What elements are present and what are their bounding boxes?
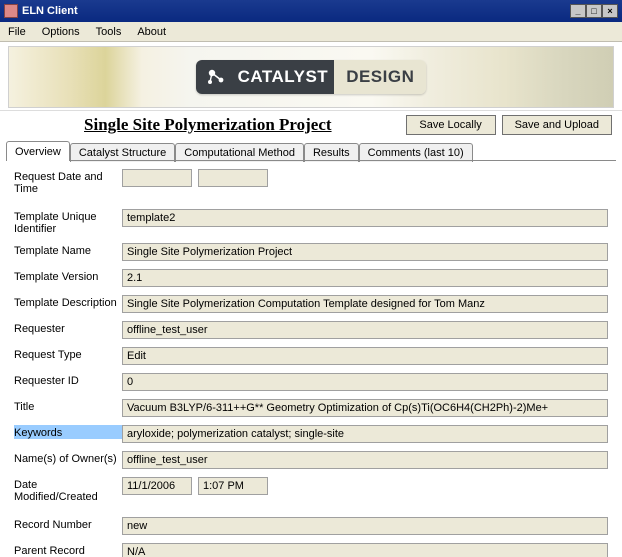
app-icon (4, 4, 18, 18)
label-template-version: Template Version (14, 269, 122, 283)
request-date-field[interactable] (122, 169, 192, 187)
label-request-type: Request Type (14, 347, 122, 361)
header-buttons: Save Locally Save and Upload (406, 115, 612, 135)
close-button[interactable]: × (602, 4, 618, 18)
label-title: Title (14, 399, 122, 413)
template-uid-field[interactable] (122, 209, 608, 227)
row-owners: Name(s) of Owner(s) (14, 451, 608, 469)
logo-text-right: DESIGN (334, 60, 426, 94)
row-template-version: Template Version (14, 269, 608, 287)
row-request-type: Request Type (14, 347, 608, 365)
keywords-field[interactable] (122, 425, 608, 443)
row-date-mod: Date Modified/Created (14, 477, 608, 503)
window-controls: _ □ × (570, 4, 618, 18)
label-record-num: Record Number (14, 517, 122, 531)
maximize-button[interactable]: □ (586, 4, 602, 18)
template-name-field[interactable] (122, 243, 608, 261)
page-title: Single Site Polymerization Project (10, 115, 406, 135)
banner-wrap: CATALYST DESIGN (0, 42, 622, 111)
row-template-desc: Template Description (14, 295, 608, 313)
request-type-field[interactable] (122, 347, 608, 365)
requester-field[interactable] (122, 321, 608, 339)
row-requester-id: Requester ID (14, 373, 608, 391)
label-parent-record: Parent Record Number (14, 543, 122, 557)
title-field[interactable] (122, 399, 608, 417)
label-request-date: Request Date and Time (14, 169, 122, 195)
tab-overview[interactable]: Overview (6, 141, 70, 161)
label-requester-id: Requester ID (14, 373, 122, 387)
label-owners: Name(s) of Owner(s) (14, 451, 122, 465)
row-template-name: Template Name (14, 243, 608, 261)
template-version-field[interactable] (122, 269, 608, 287)
label-keywords: Keywords (14, 425, 122, 439)
menu-options[interactable]: Options (34, 24, 88, 40)
header-row: Single Site Polymerization Project Save … (0, 111, 622, 139)
row-requester: Requester (14, 321, 608, 339)
tabstrip: Overview Catalyst Structure Computationa… (0, 139, 622, 161)
row-parent-record: Parent Record Number (14, 543, 608, 557)
menu-about[interactable]: About (129, 24, 174, 40)
minimize-button[interactable]: _ (570, 4, 586, 18)
label-template-uid: Template Unique Identifier (14, 209, 122, 235)
requester-id-field[interactable] (122, 373, 608, 391)
menu-tools[interactable]: Tools (88, 24, 130, 40)
row-template-uid: Template Unique Identifier (14, 209, 608, 235)
label-requester: Requester (14, 321, 122, 335)
label-template-name: Template Name (14, 243, 122, 257)
save-locally-button[interactable]: Save Locally (406, 115, 496, 135)
titlebar: ELN Client _ □ × (0, 0, 622, 22)
row-record-num: Record Number (14, 517, 608, 535)
owners-field[interactable] (122, 451, 608, 469)
template-desc-field[interactable] (122, 295, 608, 313)
parent-record-field[interactable] (122, 543, 608, 557)
menu-file[interactable]: File (0, 24, 34, 40)
save-and-upload-button[interactable]: Save and Upload (502, 115, 612, 135)
molecule-icon (196, 60, 236, 94)
label-template-desc: Template Description (14, 295, 122, 309)
menubar: File Options Tools About (0, 22, 622, 42)
time-modified-field[interactable] (198, 477, 268, 495)
row-title: Title (14, 399, 608, 417)
request-time-field[interactable] (198, 169, 268, 187)
logo-badge: CATALYST DESIGN (196, 60, 427, 94)
label-date-mod: Date Modified/Created (14, 477, 122, 503)
row-keywords: Keywords (14, 425, 608, 443)
overview-form: Request Date and Time Template Unique Id… (0, 161, 622, 557)
banner: CATALYST DESIGN (8, 46, 614, 108)
logo-text-left: CATALYST (236, 60, 335, 94)
row-request-date: Request Date and Time (14, 169, 608, 195)
date-modified-field[interactable] (122, 477, 192, 495)
record-number-field[interactable] (122, 517, 608, 535)
window-title: ELN Client (22, 5, 78, 17)
